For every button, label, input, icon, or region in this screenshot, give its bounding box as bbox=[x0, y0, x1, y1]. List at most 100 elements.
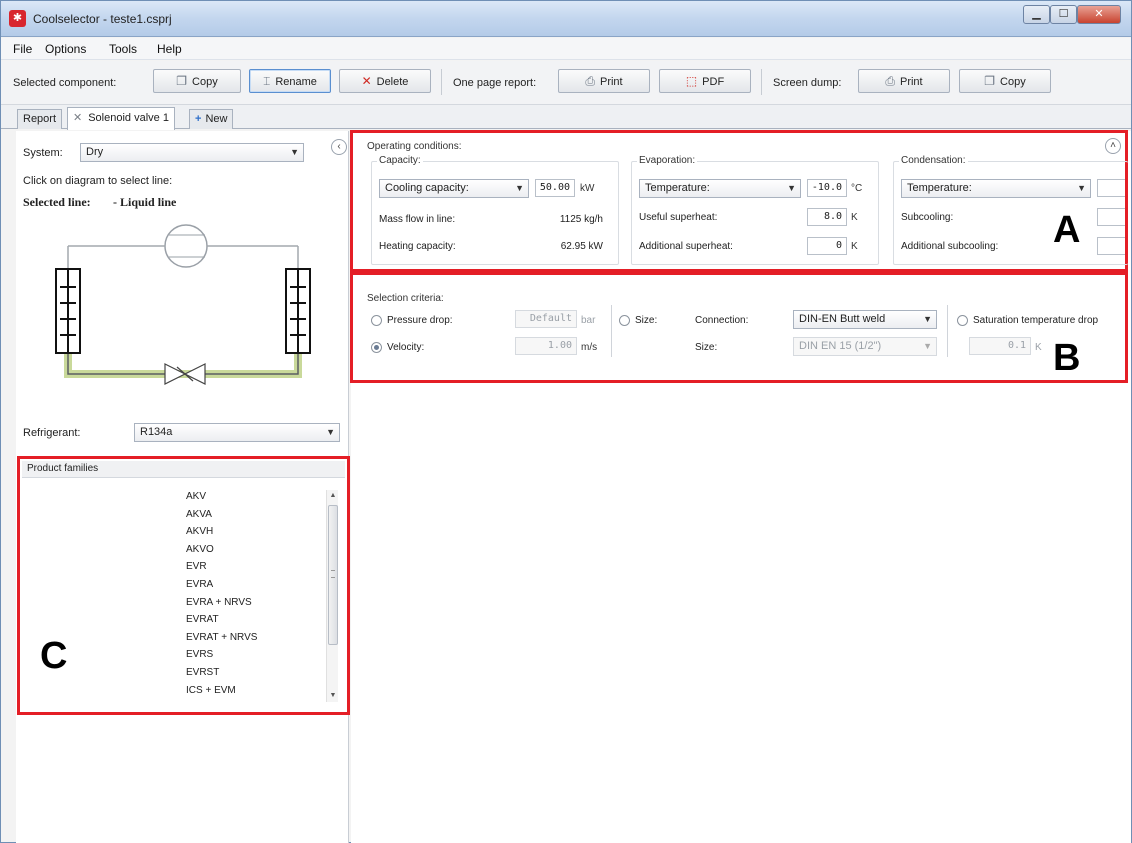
expansion-valve-icon bbox=[164, 363, 206, 385]
refrigerant-select[interactable]: R134a ▼ bbox=[134, 423, 340, 442]
saturation-drop-input[interactable]: 0.1 bbox=[969, 337, 1031, 355]
snowflake-icon: ✱ bbox=[9, 10, 26, 27]
capacity-value-input[interactable]: 50.00 bbox=[535, 179, 575, 197]
subcooling-input[interactable] bbox=[1097, 208, 1125, 226]
maximize-button[interactable]: ☐ bbox=[1050, 5, 1077, 24]
evaporation-type-select[interactable]: Temperature: ▼ bbox=[639, 179, 801, 198]
menu-options[interactable]: Options bbox=[45, 42, 86, 56]
list-item[interactable]: EVRS bbox=[186, 649, 213, 660]
condensation-type-select[interactable]: Temperature: ▼ bbox=[901, 179, 1091, 198]
condensation-temperature-input[interactable] bbox=[1097, 179, 1125, 197]
system-value: Dry bbox=[86, 146, 104, 158]
list-item[interactable]: EVRAT bbox=[186, 614, 219, 625]
size-radio-label: Size: bbox=[635, 315, 658, 326]
list-item[interactable]: EVRST bbox=[186, 667, 219, 678]
rename-label: Rename bbox=[275, 76, 317, 88]
product-families-scrollbar[interactable]: ▲ ▼ bbox=[326, 490, 338, 702]
size-radio[interactable] bbox=[619, 315, 630, 326]
list-item[interactable]: ICS + EVM bbox=[186, 685, 236, 696]
useful-superheat-input[interactable]: 8.0 bbox=[807, 208, 847, 226]
additional-superheat-input[interactable]: 0 bbox=[807, 237, 847, 255]
condensation-title: Condensation: bbox=[899, 155, 968, 166]
title-bar[interactable]: ✱ Coolselector - teste1.csprj ▁ ☐ ✕ bbox=[1, 1, 1131, 37]
copy-label: Copy bbox=[192, 76, 218, 88]
saturation-drop-radio[interactable] bbox=[957, 315, 968, 326]
velocity-input[interactable]: 1.00 bbox=[515, 337, 577, 355]
chevron-down-icon: ▼ bbox=[923, 314, 932, 324]
pressure-drop-label: Pressure drop: bbox=[387, 315, 453, 326]
delete-button[interactable]: ✕ Delete bbox=[339, 69, 431, 93]
list-item[interactable]: AKVH bbox=[186, 526, 213, 537]
system-select[interactable]: Dry ▼ bbox=[80, 143, 304, 162]
grip-icon bbox=[331, 570, 335, 578]
heating-capacity-value: 62.95 kW bbox=[560, 241, 603, 252]
pressure-drop-input[interactable]: Default bbox=[515, 310, 577, 328]
chevron-down-icon: ▼ bbox=[787, 183, 796, 193]
connection-select[interactable]: DIN-EN Butt weld ▼ bbox=[793, 310, 937, 329]
rename-button[interactable]: ⌶ Rename bbox=[249, 69, 331, 93]
list-item[interactable]: EVRA + NRVS bbox=[186, 597, 252, 608]
annotation-letter-c: C bbox=[40, 635, 68, 677]
screen-dump-label: Screen dump: bbox=[773, 77, 842, 89]
collapse-operating-button[interactable]: ˄ bbox=[1105, 138, 1121, 154]
tab-report[interactable]: Report bbox=[17, 109, 63, 129]
capacity-type-value: Cooling capacity: bbox=[385, 182, 469, 194]
useful-superheat-label: Useful superheat: bbox=[639, 212, 718, 223]
printer-icon: ⎙ bbox=[585, 74, 595, 88]
app-window: ✱ Coolselector - teste1.csprj ▁ ☐ ✕ File… bbox=[0, 0, 1132, 843]
selection-criteria-panel: Selection criteria: Pressure drop: Defau… bbox=[350, 272, 1128, 383]
menu-bar: File Options Tools Help bbox=[1, 38, 1131, 60]
scroll-thumb[interactable] bbox=[328, 505, 338, 645]
scroll-up-icon[interactable]: ▲ bbox=[327, 490, 339, 502]
close-tab-icon[interactable]: ✕ bbox=[73, 112, 82, 124]
criteria-separator bbox=[611, 305, 612, 357]
annotation-letter-a: A bbox=[1053, 209, 1081, 251]
refrigerant-value: R134a bbox=[140, 426, 173, 438]
evaporation-type-value: Temperature: bbox=[645, 182, 710, 194]
additional-subcooling-input[interactable] bbox=[1097, 237, 1125, 255]
tab-new[interactable]: + New bbox=[189, 109, 234, 129]
pressure-drop-radio[interactable] bbox=[371, 315, 382, 326]
close-button[interactable]: ✕ bbox=[1077, 5, 1121, 24]
list-item[interactable]: AKVA bbox=[186, 509, 212, 520]
delete-label: Delete bbox=[376, 76, 409, 88]
product-families-panel: Product families AKV AKVA AKVH AKVO EVR EVRA E… bbox=[17, 456, 350, 715]
screen-copy-button[interactable]: ❐ Copy bbox=[959, 69, 1051, 93]
toolbar: Selected component: ❐ Copy ⌶ Rename ✕ Delet… bbox=[1, 61, 1131, 105]
diagram-instruction: Click on diagram to select line: bbox=[23, 175, 173, 187]
menu-file[interactable]: File bbox=[13, 42, 32, 56]
system-label: System: bbox=[23, 147, 63, 159]
velocity-label: Velocity: bbox=[387, 342, 425, 353]
list-item[interactable]: EVRA bbox=[186, 579, 213, 590]
heating-capacity-label: Heating capacity: bbox=[379, 241, 456, 252]
chevron-down-icon: ▼ bbox=[290, 147, 299, 157]
minimize-button[interactable]: ▁ bbox=[1023, 5, 1050, 24]
tab-solenoid-valve-1[interactable]: ✕ Solenoid valve 1 bbox=[67, 107, 175, 130]
scroll-down-icon[interactable]: ▼ bbox=[327, 690, 339, 702]
selection-criteria-title: Selection criteria: bbox=[367, 293, 444, 304]
list-item[interactable]: AKVO bbox=[186, 544, 214, 555]
copy-component-button[interactable]: ❐ Copy bbox=[153, 69, 241, 93]
report-pdf-button[interactable]: ⬚ PDF bbox=[659, 69, 751, 93]
toolbar-separator bbox=[761, 69, 762, 95]
subcooling-label: Subcooling: bbox=[901, 212, 954, 223]
pdf-label: PDF bbox=[702, 76, 725, 88]
list-item[interactable]: AKV bbox=[186, 491, 206, 502]
liquid-line bbox=[64, 353, 302, 378]
size-select[interactable]: DIN EN 15 (1/2") ▼ bbox=[793, 337, 937, 356]
list-item[interactable]: EVR bbox=[186, 561, 207, 572]
menu-tools[interactable]: Tools bbox=[109, 42, 137, 56]
rename-icon: ⌶ bbox=[263, 74, 271, 88]
evaporation-temperature-input[interactable]: -10.0 bbox=[807, 179, 847, 197]
menu-help[interactable]: Help bbox=[157, 42, 182, 56]
report-print-button[interactable]: ⎙ Print bbox=[558, 69, 650, 93]
additional-subcooling-label: Additional subcooling: bbox=[901, 241, 999, 252]
chevron-down-icon: ▼ bbox=[923, 341, 932, 351]
collapse-left-button[interactable]: ‹ bbox=[331, 139, 347, 155]
operating-conditions-panel: Operating conditions: ˄ Capacity: Coolin… bbox=[350, 130, 1128, 272]
capacity-type-select[interactable]: Cooling capacity: ▼ bbox=[379, 179, 529, 198]
velocity-radio[interactable] bbox=[371, 342, 382, 353]
screen-print-button[interactable]: ⎙ Print bbox=[858, 69, 950, 93]
size-label: Size: bbox=[695, 342, 718, 353]
list-item[interactable]: EVRAT + NRVS bbox=[186, 632, 257, 643]
